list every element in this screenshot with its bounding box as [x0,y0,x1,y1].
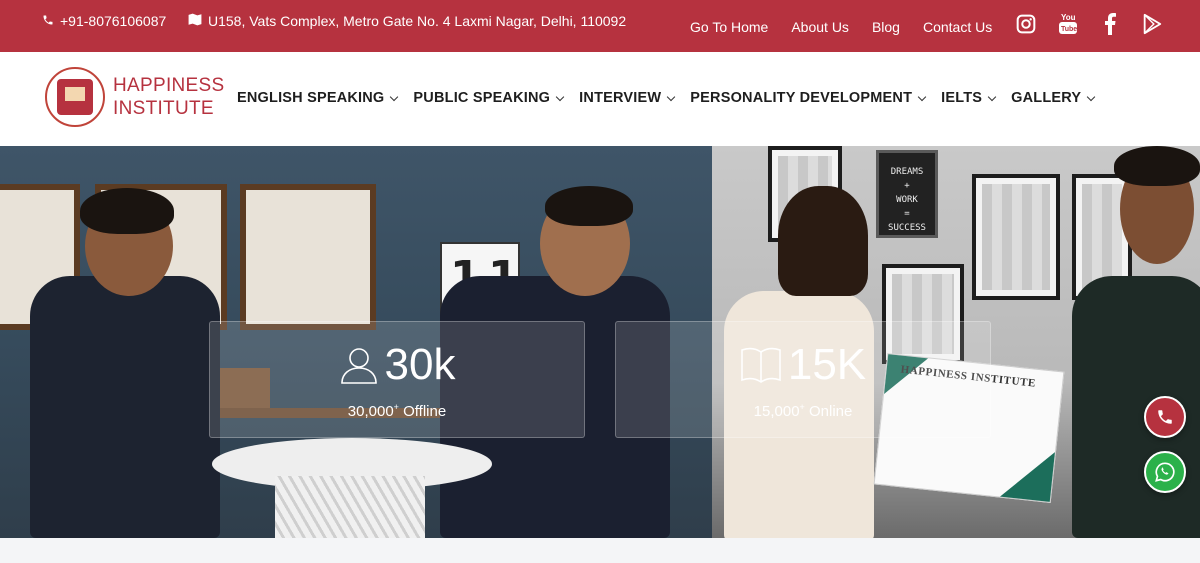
play-store-icon[interactable] [1141,12,1163,36]
stat-offline-caption: 30,000+ Offline [210,402,584,420]
stat-offline-value: 30k [210,340,584,390]
nav-label: PUBLIC SPEAKING [413,90,551,106]
map-icon [188,13,202,29]
phone-icon [1158,410,1172,424]
stat-online-number: 15K [787,340,867,389]
user-icon [340,348,377,384]
svg-text:Tube: Tube [1061,26,1077,33]
stat-online-count: 15,000 [753,403,800,420]
blog-link[interactable]: Blog [872,19,900,35]
motivation-board: DREAMS + WORK = SUCCESS [876,150,938,238]
stat-offline-label: Offline [403,403,447,420]
nav-label: GALLERY [1011,90,1082,106]
board-line: + [904,181,910,191]
hero-banner: 1 1 DREAMS + WORK = SUCCESS HAPPI [0,146,1200,538]
whatsapp-icon [1155,462,1175,482]
chevron-down-icon [555,92,565,101]
stat-plus: + [799,402,805,412]
logo[interactable]: HAPPINESS INSTITUTE [45,67,224,127]
board-line: = [904,209,910,219]
nav-item-interview[interactable]: INTERVIEW [579,90,676,106]
go-to-home-link[interactable]: Go To Home [690,19,768,35]
person-right-hair [545,186,633,226]
nav-label: IELTS [941,90,983,106]
nav-item-public-speaking[interactable]: PUBLIC SPEAKING [413,90,565,106]
facebook-icon[interactable] [1099,12,1121,36]
top-bar: +91-8076106087 U158, Vats Complex, Metro… [0,0,1200,52]
chevron-down-icon [390,92,399,101]
top-links: Go To Home About Us Blog Contact Us [690,19,992,35]
instagram-icon[interactable] [1015,12,1037,36]
phone-icon [42,13,54,29]
person-left [30,276,220,538]
stat-offline-count: 30,000 [347,403,394,420]
phone-number[interactable]: +91-8076106087 [60,13,166,29]
nav-label: INTERVIEW [579,90,662,106]
stat-online-label: Online [808,403,853,420]
person-woman-hair [778,186,868,296]
page-bottom-strip [0,538,1200,563]
svg-text:You: You [1061,13,1076,22]
contact-us-link[interactable]: Contact Us [923,19,992,35]
person-left-hair [80,188,174,234]
nav-item-gallery[interactable]: GALLERY [1011,90,1096,106]
stat-offline: 30k 30,000+ Offline [209,321,585,438]
nav-item-personality-development[interactable]: PERSONALITY DEVELOPMENT [690,90,927,106]
stat-online-value: 15K [616,340,990,390]
chevron-down-icon [1087,92,1096,101]
board-line: SUCCESS [888,223,926,233]
chevron-down-icon [917,92,927,101]
whatsapp-button[interactable] [1144,451,1186,493]
youtube-icon[interactable]: Tube You [1057,12,1079,36]
stat-online-caption: 15,000+ Online [616,402,990,420]
nav-label: ENGLISH SPEAKING [237,90,385,106]
table-base [275,476,425,538]
wall-frame [240,184,376,330]
book-icon [741,347,781,383]
call-button[interactable] [1144,396,1186,438]
about-us-link[interactable]: About Us [791,19,849,35]
logo-text: HAPPINESS INSTITUTE [113,74,224,120]
chevron-down-icon [667,92,676,101]
address-text: U158, Vats Complex, Metro Gate No. 4 Lax… [208,13,627,29]
nav-item-ielts[interactable]: IELTS [941,90,997,106]
logo-emblem [45,67,105,127]
main-nav: ENGLISH SPEAKING PUBLIC SPEAKING INTERVI… [237,90,1096,106]
stat-offline-number: 30k [384,340,456,389]
chevron-down-icon [987,92,997,101]
person-man-hair [1114,146,1200,186]
stat-plus: + [393,402,399,412]
main-header: HAPPINESS INSTITUTE ENGLISH SPEAKING PUB… [0,52,1200,146]
nav-label: PERSONALITY DEVELOPMENT [690,90,913,106]
board-line: WORK [896,195,918,205]
board-line: DREAMS [890,167,924,177]
social-links: Tube You [1015,12,1163,36]
wall-photo [972,174,1060,300]
stat-online: 15K 15,000+ Online [615,321,991,438]
address: U158, Vats Complex, Metro Gate No. 4 Lax… [188,13,626,29]
logo-line1: HAPPINESS [113,75,225,96]
logo-line2: INSTITUTE [113,98,214,119]
phone-contact[interactable]: +91-8076106087 [42,13,166,29]
nav-item-english-speaking[interactable]: ENGLISH SPEAKING [237,90,399,106]
